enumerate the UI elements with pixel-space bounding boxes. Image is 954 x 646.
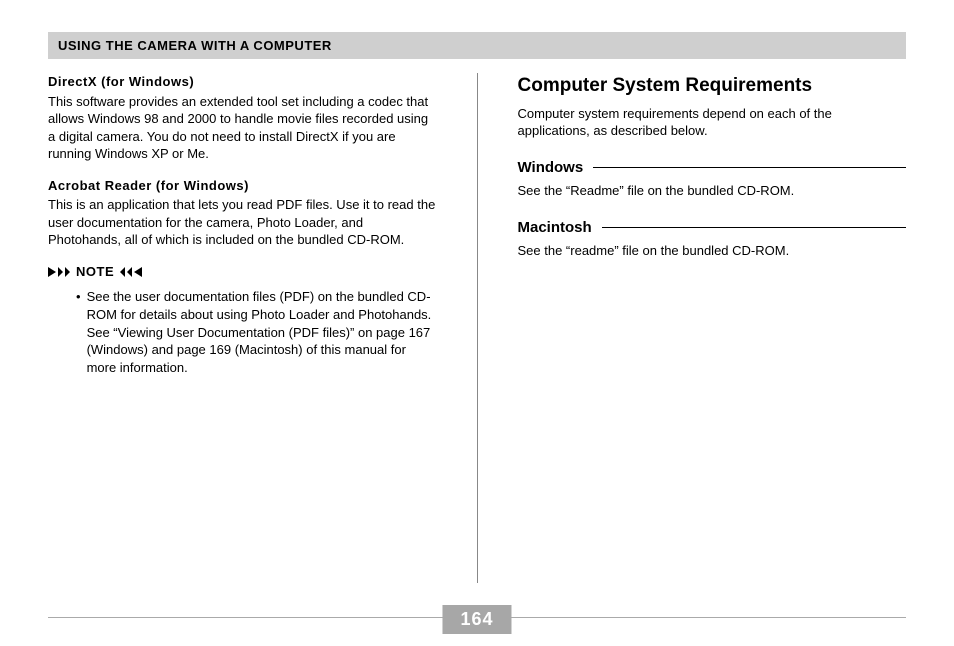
macintosh-heading: Macintosh [518, 218, 592, 238]
windows-heading-row: Windows [518, 158, 907, 178]
heading-rule [602, 227, 906, 228]
macintosh-text: See the “readme” file on the bundled CD-… [518, 242, 907, 260]
requirements-heading: Computer System Requirements [518, 73, 907, 99]
column-divider [477, 73, 478, 583]
acrobat-section: Acrobat Reader (for Windows) This is an … [48, 177, 437, 249]
acrobat-text: This is an application that lets you rea… [48, 196, 437, 249]
directx-section: DirectX (for Windows) This software prov… [48, 73, 437, 163]
requirements-intro: Computer system requirements depend on e… [518, 105, 907, 140]
windows-text: See the “Readme” file on the bundled CD-… [518, 182, 907, 200]
note-item-text: See the user documentation files (PDF) o… [87, 288, 437, 376]
page-footer: 164 [48, 611, 906, 618]
directx-text: This software provides an extended tool … [48, 93, 437, 163]
macintosh-heading-row: Macintosh [518, 218, 907, 238]
two-column-body: DirectX (for Windows) This software prov… [48, 73, 906, 583]
windows-heading: Windows [518, 158, 584, 178]
heading-rule [593, 167, 906, 168]
page-number-badge: 164 [442, 605, 511, 634]
note-header: NOTE [48, 263, 437, 281]
right-column: Computer System Requirements Computer sy… [518, 73, 907, 583]
note-left-ornament-icon [48, 267, 70, 277]
note-label: NOTE [76, 263, 114, 281]
acrobat-title: Acrobat Reader (for Windows) [48, 177, 437, 195]
bullet-icon: • [76, 288, 81, 376]
manual-page: USING THE CAMERA WITH A COMPUTER DirectX… [0, 0, 954, 646]
left-column: DirectX (for Windows) This software prov… [48, 73, 437, 583]
directx-title: DirectX (for Windows) [48, 73, 437, 91]
note-body: • See the user documentation files (PDF)… [76, 288, 437, 376]
note-right-ornament-icon [120, 267, 142, 277]
section-header: USING THE CAMERA WITH A COMPUTER [48, 32, 906, 59]
